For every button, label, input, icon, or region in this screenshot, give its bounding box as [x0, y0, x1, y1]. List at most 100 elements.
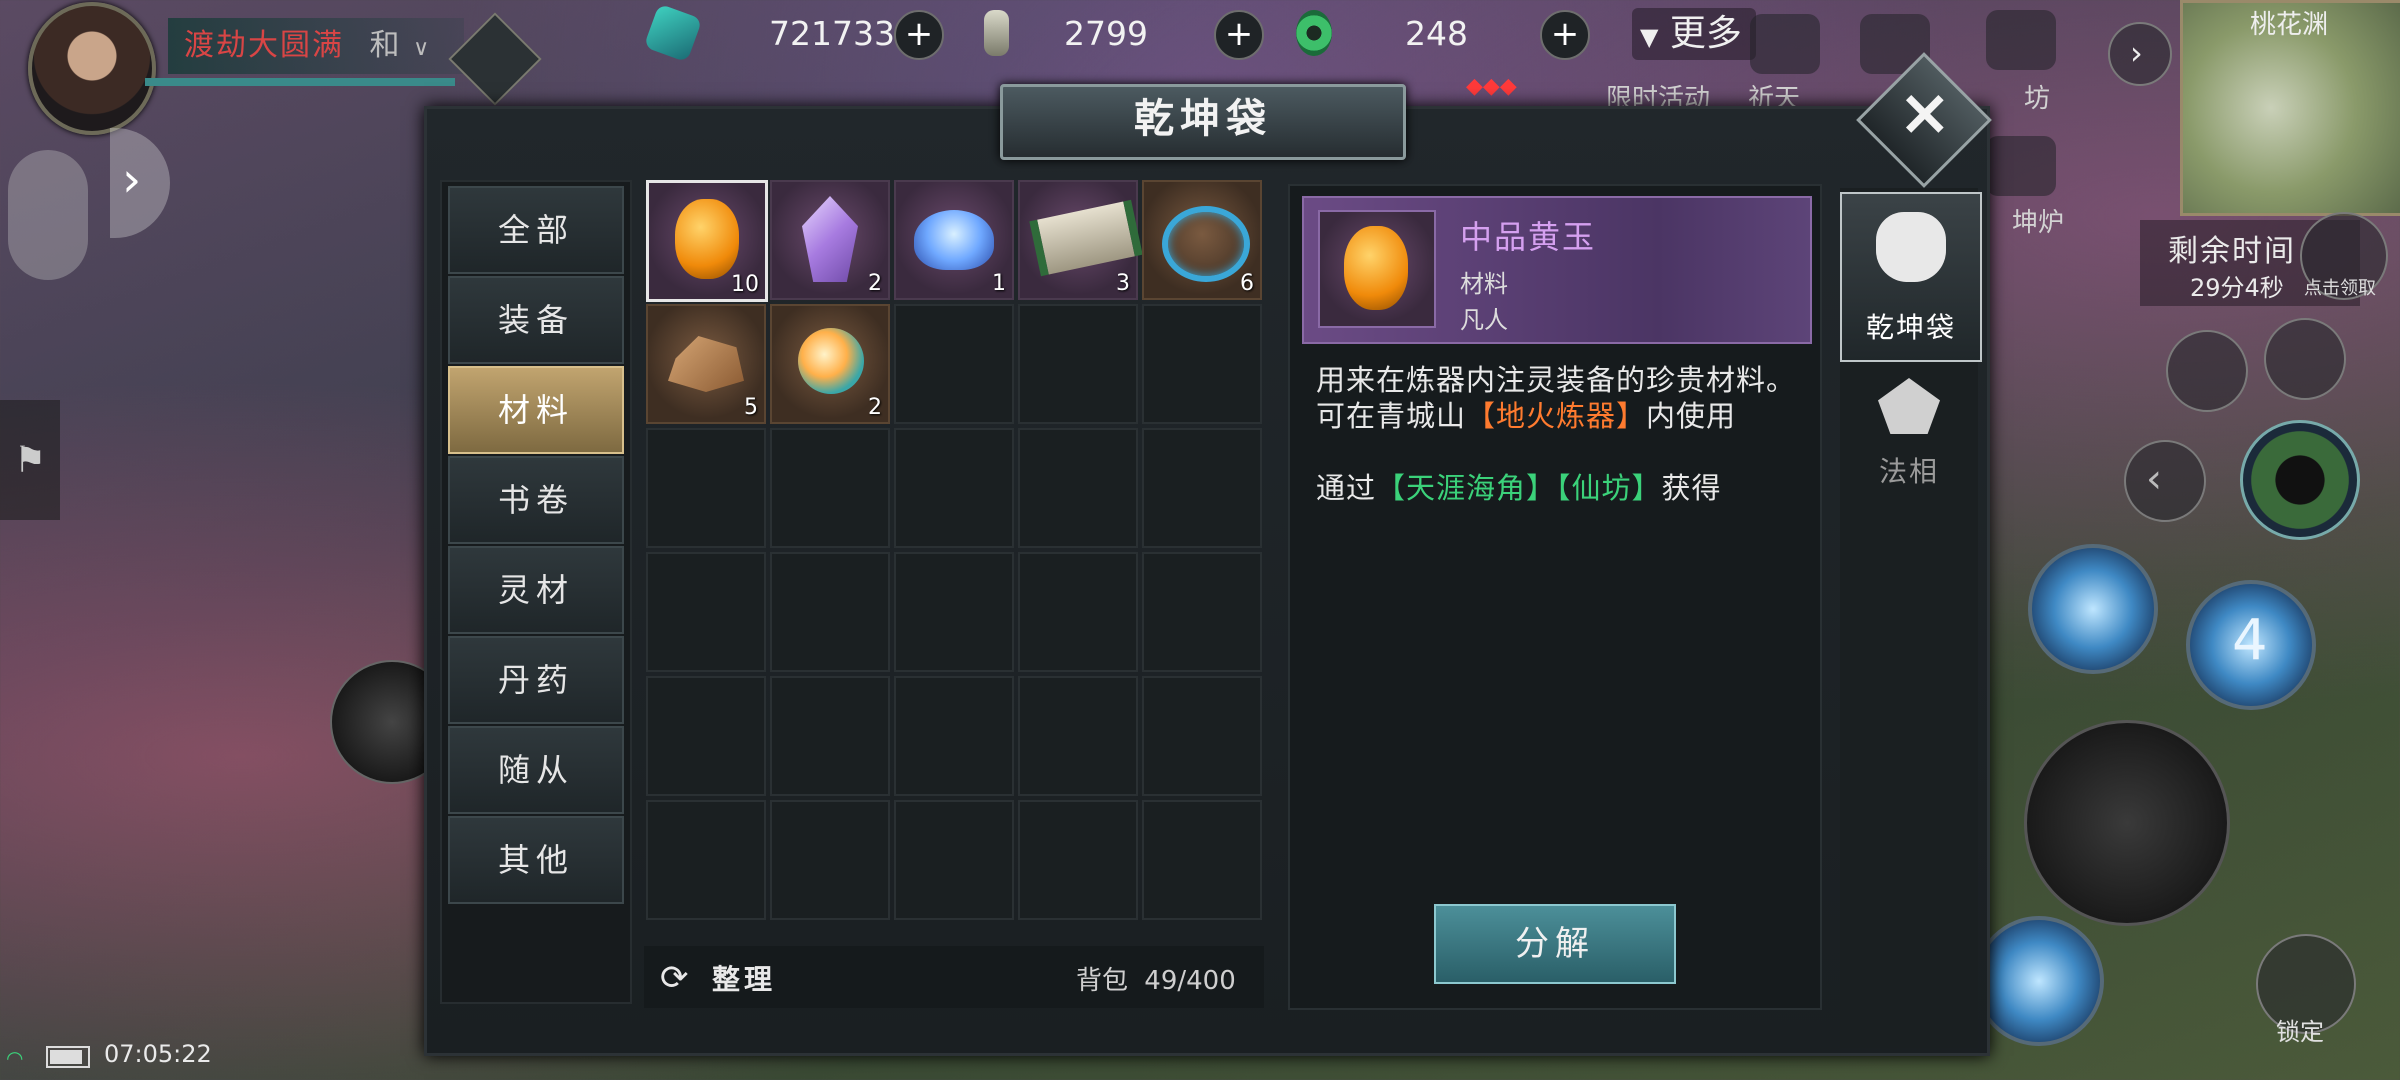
category-materials[interactable]: 材料 [448, 366, 624, 454]
expand-arrow-icon[interactable]: › [2108, 22, 2172, 86]
pet-icon[interactable] [8, 150, 88, 280]
sort-button[interactable]: 整理 [712, 958, 776, 998]
tab-pouch-label: 乾坤袋 [1865, 311, 1956, 344]
category-pills[interactable]: 丹药 [448, 636, 624, 724]
empty-slot[interactable] [1142, 676, 1262, 796]
empty-slot[interactable] [770, 800, 890, 920]
add-green-jade-button[interactable]: + [1540, 10, 1590, 60]
desc-text-2: 内使用 [1646, 399, 1737, 433]
category-spirit-materials[interactable]: 灵材 [448, 546, 624, 634]
empty-slot[interactable] [770, 552, 890, 672]
source-link-tianya[interactable]: 【天涯海角】 [1376, 471, 1556, 505]
add-jade-button[interactable]: + [894, 10, 944, 60]
blue-swirl-icon [1162, 206, 1250, 282]
empty-slot[interactable] [894, 552, 1014, 672]
event-badge: ◆◆◆ [1466, 74, 1517, 99]
category-others[interactable]: 其他 [448, 816, 624, 904]
currency-green-jade: 248 [1296, 4, 1496, 62]
sort-icon[interactable]: ⟳ [660, 958, 689, 998]
category-list: 全部 装备 材料 书卷 灵材 丹药 随从 其他 [440, 180, 632, 1004]
empty-slot[interactable] [1018, 304, 1138, 424]
item-slot[interactable]: 6 [1142, 180, 1262, 300]
time-left-title: 剩余时间 [2168, 234, 2296, 269]
empty-slot[interactable] [894, 304, 1014, 424]
pouch-shortcut-icon[interactable] [2166, 330, 2248, 412]
pray-icon[interactable] [1750, 14, 1820, 74]
item-grade: 凡人 [1460, 306, 1508, 334]
item-count: 1 [992, 271, 1006, 296]
furnace-label[interactable]: 坤炉 [2012, 202, 2064, 239]
empty-slot[interactable] [770, 428, 890, 548]
spirit-orb-icon [798, 328, 864, 394]
currency-value: 248 [1405, 13, 1468, 53]
furnace-icon[interactable] [1986, 136, 2056, 196]
green-jade-ring-icon [1296, 10, 1333, 56]
item-grid: 10 2 1 3 6 5 2 [644, 178, 1264, 938]
empty-slot[interactable] [1018, 676, 1138, 796]
workshop-icon[interactable] [1986, 10, 2056, 70]
currency-talisman: 2799 [976, 4, 1176, 62]
talisman-icon [984, 10, 1009, 56]
forge-link[interactable]: 【地火炼器】 [1466, 399, 1646, 433]
category-followers[interactable]: 随从 [448, 726, 624, 814]
side-drawer-handle[interactable]: › [110, 128, 170, 238]
skill-1-button[interactable] [2028, 544, 2158, 674]
source-link-xianfang[interactable]: 【仙坊】 [1556, 471, 1662, 505]
tab-pouch[interactable]: 乾坤袋 [1840, 192, 1982, 362]
claim-hint: 点击领取 [2304, 278, 2376, 299]
back-arrow-icon[interactable]: ‹ [2124, 440, 2206, 522]
item-name: 中品黄玉 [1460, 218, 1597, 256]
realm-progress-bar [145, 78, 455, 86]
currency-value: 2799 [1064, 13, 1148, 53]
item-slot[interactable]: 10 [646, 180, 768, 302]
item-slot[interactable]: 5 [646, 304, 766, 424]
item-count: 3 [1116, 271, 1130, 296]
empty-slot[interactable] [1142, 304, 1262, 424]
map-name: 桃花渊 [2250, 10, 2329, 40]
realm-suffix: 和 [369, 28, 402, 63]
bag-capacity: 背包 49/400 [1076, 960, 1236, 997]
empty-slot[interactable] [1142, 552, 1262, 672]
lock-label[interactable]: 锁定 [2276, 1012, 2324, 1047]
add-talisman-button[interactable]: + [1214, 10, 1264, 60]
empty-slot[interactable] [894, 428, 1014, 548]
attack-sword-button[interactable] [2024, 720, 2230, 926]
empty-slot[interactable] [770, 676, 890, 796]
empty-slot[interactable] [1142, 428, 1262, 548]
clock: 07:05:22 [104, 1040, 212, 1068]
empty-slot[interactable] [646, 676, 766, 796]
empty-slot[interactable] [1018, 428, 1138, 548]
category-equipment[interactable]: 装备 [448, 276, 624, 364]
flag-icon[interactable]: ⚑ [0, 400, 60, 520]
empty-slot[interactable] [646, 552, 766, 672]
skill-2-button[interactable]: 4 [2186, 580, 2316, 710]
player-avatar[interactable] [28, 2, 156, 135]
item-slot[interactable]: 2 [770, 180, 890, 300]
decompose-button[interactable]: 分解 [1434, 904, 1676, 984]
yin-yang-icon[interactable] [2240, 420, 2360, 540]
chevron-down-icon[interactable]: ∨ [413, 36, 431, 61]
close-icon[interactable]: × [1898, 78, 1952, 148]
empty-slot[interactable] [894, 676, 1014, 796]
empty-slot[interactable] [894, 800, 1014, 920]
item-slot[interactable]: 3 [1018, 180, 1143, 300]
category-all[interactable]: 全部 [448, 186, 624, 274]
tab-dharma[interactable]: 法相 [1840, 366, 1978, 532]
empty-slot[interactable] [1142, 800, 1262, 920]
category-scrolls[interactable]: 书卷 [448, 456, 624, 544]
target-icon[interactable] [2264, 318, 2346, 400]
empty-slot[interactable] [1018, 800, 1138, 920]
item-slot[interactable]: 2 [770, 304, 890, 424]
item-slot[interactable]: 1 [894, 180, 1014, 300]
tab-dharma-label: 法相 [1878, 455, 1939, 488]
claim-button[interactable]: 点击领取 [2300, 212, 2388, 300]
empty-slot[interactable] [646, 800, 766, 920]
empty-slot[interactable] [1018, 552, 1138, 672]
empty-slot[interactable] [646, 428, 766, 548]
item-type: 材料 [1460, 270, 1508, 298]
more-menu-button[interactable]: ▼ 更多 [1632, 8, 1756, 60]
pouch-icon [1876, 212, 1946, 282]
workshop-label[interactable]: 坊 [2024, 78, 2050, 115]
amber-jade-icon [1344, 226, 1408, 310]
skill-3-button[interactable] [1974, 916, 2104, 1046]
